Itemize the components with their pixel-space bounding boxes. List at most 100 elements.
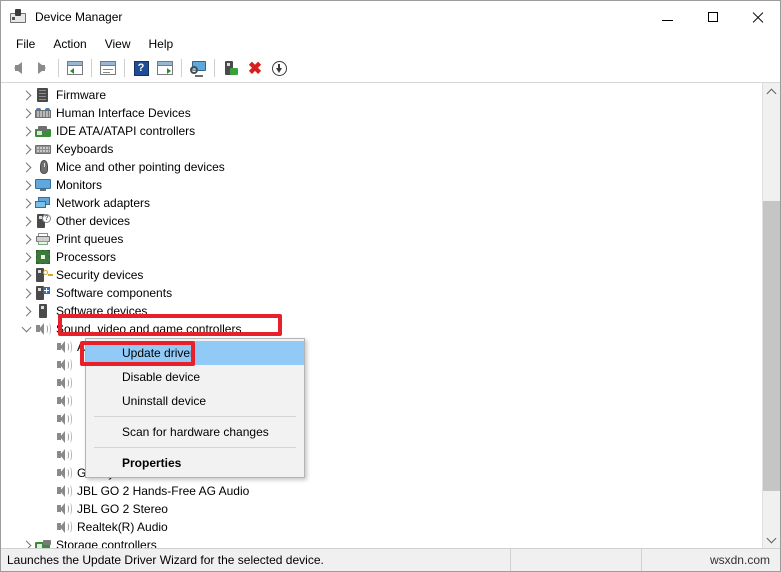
sound-device-icon (56, 357, 72, 373)
device-manager-window: Device Manager File Action View Help ? ✖… (0, 0, 781, 572)
expander-icon[interactable] (19, 266, 35, 284)
context-menu-item-update-driver[interactable]: Update driver (86, 341, 304, 365)
tree-item-label: Mice and other pointing devices (56, 160, 225, 174)
expander-icon[interactable] (19, 302, 35, 320)
expander-icon[interactable] (19, 158, 35, 176)
toolbar-separator-4 (181, 59, 182, 77)
tree-item-firmware[interactable]: Firmware (1, 86, 762, 104)
window-title: Device Manager (35, 10, 123, 24)
close-button[interactable] (735, 1, 780, 33)
maximize-button[interactable] (690, 1, 735, 33)
expander-icon[interactable] (19, 248, 35, 266)
expander-icon[interactable] (19, 104, 35, 122)
tree-item-label: Storage controllers (56, 538, 157, 548)
tree-item-jbl-go-2-stereo[interactable]: JBL GO 2 Stereo (1, 500, 762, 518)
sound-device-icon (56, 339, 72, 355)
toolbar-separator-2 (91, 59, 92, 77)
tree-item-label: JBL GO 2 Stereo (77, 502, 168, 516)
tree-item-other-devices[interactable]: ? Other devices (1, 212, 762, 230)
context-menu-item-scan-for-hardware-changes[interactable]: Scan for hardware changes (86, 420, 304, 444)
minimize-button[interactable] (645, 1, 690, 33)
menu-help[interactable]: Help (140, 35, 183, 53)
monitor-scan-icon (189, 60, 207, 77)
vertical-scrollbar[interactable] (762, 83, 780, 548)
scroll-up-arrow-icon (766, 88, 777, 98)
maximize-icon (707, 12, 718, 22)
tree-item-human-interface-devices[interactable]: Human Interface Devices (1, 104, 762, 122)
other-device-icon: ? (35, 213, 51, 229)
tree-item-network-adapters[interactable]: Network adapters (1, 194, 762, 212)
tree-item-label: Security devices (56, 268, 144, 282)
red-x-icon: ✖ (247, 58, 263, 78)
tree-item-keyboards[interactable]: Keyboards (1, 140, 762, 158)
tree-item-label: Keyboards (56, 142, 114, 156)
context-menu[interactable]: Update driver Disable device Uninstall d… (85, 338, 305, 478)
update-driver-button[interactable] (219, 56, 243, 80)
console-tree-icon (67, 61, 83, 75)
context-menu-item-disable-device[interactable]: Disable device (86, 365, 304, 389)
forward-button[interactable] (30, 56, 54, 80)
properties-panel-icon (100, 61, 116, 75)
context-menu-item-uninstall-device[interactable]: Uninstall device (86, 389, 304, 413)
context-menu-item-properties[interactable]: Properties (86, 451, 304, 475)
mouse-icon (35, 159, 51, 175)
processor-icon (35, 249, 51, 265)
tree-item-software-devices[interactable]: Software devices (1, 302, 762, 320)
monitor-icon (35, 177, 51, 193)
back-button[interactable] (6, 56, 30, 80)
tree-item-jbl-go-2-hands-free-ag-audio[interactable]: JBL GO 2 Hands-Free AG Audio (1, 482, 762, 500)
show-hide-console-tree-button[interactable] (63, 56, 87, 80)
window-controls (645, 1, 780, 33)
tree-item-software-components[interactable]: Software components (1, 284, 762, 302)
tree-item-ide-ata-atapi-controllers[interactable]: IDE ATA/ATAPI controllers (1, 122, 762, 140)
show-hidden-devices-button[interactable] (153, 56, 177, 80)
tree-item-label: Sound, video and game controllers (56, 322, 242, 336)
menu-file[interactable]: File (7, 35, 44, 53)
software-device-icon (35, 303, 51, 319)
arrow-right-icon (38, 62, 46, 74)
tree-item-storage-controllers[interactable]: Storage controllers (1, 536, 762, 548)
sound-device-icon (35, 321, 51, 337)
expander-icon[interactable] (19, 122, 35, 140)
tree-item-realtek-r-audio[interactable]: Realtek(R) Audio (1, 518, 762, 536)
tree-item-label: Software devices (56, 304, 148, 318)
tree-item-mice-and-other-pointing-devices[interactable]: Mice and other pointing devices (1, 158, 762, 176)
expander-icon[interactable] (19, 86, 35, 104)
expander-icon[interactable] (19, 536, 35, 548)
tree-item-security-devices[interactable]: Security devices (1, 266, 762, 284)
properties-button[interactable] (96, 56, 120, 80)
arrow-left-icon (14, 62, 22, 74)
expander-icon[interactable] (19, 284, 35, 302)
status-middle-pane (511, 549, 641, 571)
play-panel-icon (157, 61, 173, 75)
expander-icon[interactable] (19, 230, 35, 248)
scan-hardware-changes-button[interactable] (186, 56, 210, 80)
tree-item-monitors[interactable]: Monitors (1, 176, 762, 194)
expander-icon[interactable] (19, 212, 35, 230)
scroll-down-button[interactable] (763, 531, 780, 548)
tree-item-processors[interactable]: Processors (1, 248, 762, 266)
sound-device-icon (56, 393, 72, 409)
expander-icon[interactable] (19, 176, 35, 194)
tree-item-sound-video-and-game-controllers[interactable]: Sound, video and game controllers (1, 320, 762, 338)
menu-action[interactable]: Action (44, 35, 95, 53)
title-bar: Device Manager (1, 1, 780, 33)
device-tree[interactable]: Firmware Human Interface Devices IDE ATA… (1, 83, 762, 548)
tree-item-print-queues[interactable]: Print queues (1, 230, 762, 248)
expander-icon[interactable] (19, 320, 35, 338)
disable-device-button[interactable] (267, 56, 291, 80)
status-bar: Launches the Update Driver Wizard for th… (1, 548, 780, 571)
scroll-up-button[interactable] (763, 83, 780, 100)
expander-icon[interactable] (19, 140, 35, 158)
sound-device-icon (56, 465, 72, 481)
scroll-thumb[interactable] (763, 201, 780, 491)
tree-item-label: Firmware (56, 88, 106, 102)
help-button[interactable]: ? (129, 56, 153, 80)
uninstall-device-button[interactable]: ✖ (243, 56, 267, 80)
sound-device-icon (56, 375, 72, 391)
sound-device-icon (56, 519, 72, 535)
help-question-icon: ? (133, 60, 149, 76)
tree-item-label: IDE ATA/ATAPI controllers (56, 124, 196, 138)
expander-icon[interactable] (19, 194, 35, 212)
menu-view[interactable]: View (96, 35, 140, 53)
